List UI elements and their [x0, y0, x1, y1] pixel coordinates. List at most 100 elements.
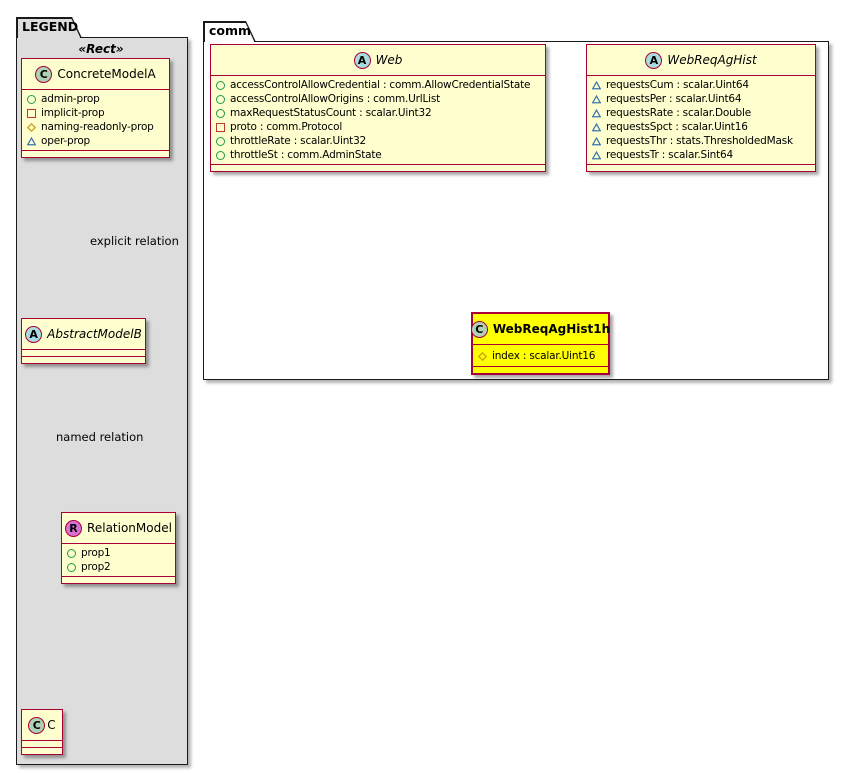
attribute-row: requestsThr : stats.ThresholdedMask — [592, 134, 813, 148]
class-title: C C — [22, 710, 62, 740]
implicit-square-icon — [27, 109, 36, 118]
admin-circle-icon — [216, 95, 225, 104]
attribute-text: requestsTr : scalar.Sint64 — [606, 149, 733, 161]
class-spot-icon: C — [471, 321, 488, 338]
methods-compartment-empty — [211, 164, 545, 171]
uml-class-diagram: LEGEND «Rect» comm C ConcreteModelA admi… — [0, 0, 841, 775]
class-name: AbstractModelB — [47, 327, 142, 341]
attribute-text: admin-prop — [41, 93, 100, 105]
attribute-row: maxRequestStatusCount : scalar.Uint32 — [216, 106, 543, 120]
attribute-text: oper-prop — [41, 135, 90, 147]
abstract-spot-icon: A — [25, 326, 42, 343]
attribute-row: naming-readonly-prop — [27, 120, 167, 134]
attribute-text: index : scalar.Uint16 — [492, 350, 595, 362]
attribute-row: accessControlAllowCredential : comm.Allo… — [216, 78, 543, 92]
attributes-compartment: admin-prop implicit-prop naming-readonly… — [22, 89, 169, 150]
oper-triangle-icon — [592, 109, 601, 118]
attribute-text: accessControlAllowCredential : comm.Allo… — [230, 79, 530, 91]
class-spot-icon: C — [35, 66, 52, 83]
class-c: C C — [21, 709, 63, 755]
attribute-row: throttleSt : comm.AdminState — [216, 148, 543, 162]
methods-compartment-empty — [22, 150, 169, 157]
attribute-text: prop1 — [81, 547, 111, 559]
class-relation-model: R RelationModel prop1 prop2 — [61, 512, 176, 584]
attribute-text: requestsCum : scalar.Uint64 — [606, 79, 749, 91]
attribute-text: throttleSt : comm.AdminState — [230, 149, 382, 161]
abstract-spot-icon: A — [645, 52, 662, 69]
legend-stereotype: «Rect» — [16, 42, 186, 56]
oper-triangle-icon — [592, 95, 601, 104]
methods-compartment-empty — [587, 164, 815, 171]
attributes-compartment: index : scalar.Uint16 — [473, 344, 608, 366]
attributes-compartment: prop1 prop2 — [62, 543, 175, 576]
oper-triangle-icon — [27, 137, 36, 146]
methods-compartment-empty — [473, 366, 608, 373]
class-title: C WebReqAgHist1h — [473, 314, 608, 344]
methods-compartment-empty — [22, 747, 62, 754]
attribute-text: maxRequestStatusCount : scalar.Uint32 — [230, 107, 431, 119]
admin-circle-icon — [216, 81, 225, 90]
class-web: A Web accessControlAllowCredential : com… — [210, 44, 546, 172]
attribute-row: requestsTr : scalar.Sint64 — [592, 148, 813, 162]
attribute-row: throttleRate : scalar.Uint32 — [216, 134, 543, 148]
attribute-text: prop2 — [81, 561, 111, 573]
attribute-text: requestsThr : stats.ThresholdedMask — [606, 135, 793, 147]
class-title: A WebReqAgHist — [587, 45, 815, 75]
class-concrete-model-a: C ConcreteModelA admin-prop implicit-pro… — [21, 58, 170, 158]
attribute-text: implicit-prop — [41, 107, 104, 119]
admin-circle-icon — [27, 95, 36, 104]
class-title: C ConcreteModelA — [22, 59, 169, 89]
class-name: Web — [376, 53, 403, 67]
explicit-relation-label: explicit relation — [90, 234, 179, 248]
attribute-row: prop1 — [67, 546, 173, 560]
admin-circle-icon — [216, 137, 225, 146]
attribute-row: requestsPer : scalar.Uint64 — [592, 92, 813, 106]
named-relation-label: named relation — [56, 430, 143, 444]
attribute-text: accessControlAllowOrigins : comm.UrlList — [230, 93, 440, 105]
attribute-text: throttleRate : scalar.Uint32 — [230, 135, 366, 147]
class-abstract-model-b: A AbstractModelB — [21, 318, 146, 364]
class-name: WebReqAgHist1h — [493, 322, 610, 336]
class-web-req-ag-hist-1h: C WebReqAgHist1h index : scalar.Uint16 — [471, 312, 610, 375]
implicit-square-icon — [216, 123, 225, 132]
oper-triangle-icon — [592, 151, 601, 160]
abstract-spot-icon: A — [354, 52, 371, 69]
attribute-text: naming-readonly-prop — [41, 121, 154, 133]
attribute-row: requestsSpct : scalar.Uint16 — [592, 120, 813, 134]
oper-triangle-icon — [592, 81, 601, 90]
attribute-row: requestsRate : scalar.Double — [592, 106, 813, 120]
attribute-row: oper-prop — [27, 134, 167, 148]
attribute-row: proto : comm.Protocol — [216, 120, 543, 134]
attribute-row: admin-prop — [27, 92, 167, 106]
attribute-row: requestsCum : scalar.Uint64 — [592, 78, 813, 92]
class-title: R RelationModel — [62, 513, 175, 543]
class-web-req-ag-hist: A WebReqAgHist requestsCum : scalar.Uint… — [586, 44, 816, 172]
attributes-compartment: requestsCum : scalar.Uint64 requestsPer … — [587, 75, 815, 164]
attribute-text: requestsSpct : scalar.Uint16 — [606, 121, 748, 133]
attribute-row: implicit-prop — [27, 106, 167, 120]
attribute-text: requestsPer : scalar.Uint64 — [606, 93, 741, 105]
class-spot-icon: C — [28, 717, 45, 734]
attribute-text: proto : comm.Protocol — [230, 121, 342, 133]
readonly-diamond-icon — [478, 352, 487, 361]
attribute-text: requestsRate : scalar.Double — [606, 107, 751, 119]
class-name: WebReqAgHist — [667, 53, 756, 67]
attributes-compartment-empty — [22, 740, 62, 747]
methods-compartment-empty — [22, 356, 145, 363]
oper-triangle-icon — [592, 123, 601, 132]
class-name: C — [47, 718, 55, 732]
attributes-compartment: accessControlAllowCredential : comm.Allo… — [211, 75, 545, 164]
methods-compartment-empty — [62, 576, 175, 583]
class-name: ConcreteModelA — [57, 67, 155, 81]
attributes-compartment-empty — [22, 349, 145, 356]
relation-spot-icon: R — [65, 520, 82, 537]
admin-circle-icon — [67, 563, 76, 572]
attribute-row: accessControlAllowOrigins : comm.UrlList — [216, 92, 543, 106]
class-title: A AbstractModelB — [22, 319, 145, 349]
attribute-row: prop2 — [67, 560, 173, 574]
class-name: RelationModel — [87, 521, 172, 535]
attribute-row: index : scalar.Uint16 — [478, 349, 606, 363]
legend-package-title: LEGEND — [22, 19, 78, 34]
admin-circle-icon — [67, 549, 76, 558]
class-title: A Web — [211, 45, 545, 75]
